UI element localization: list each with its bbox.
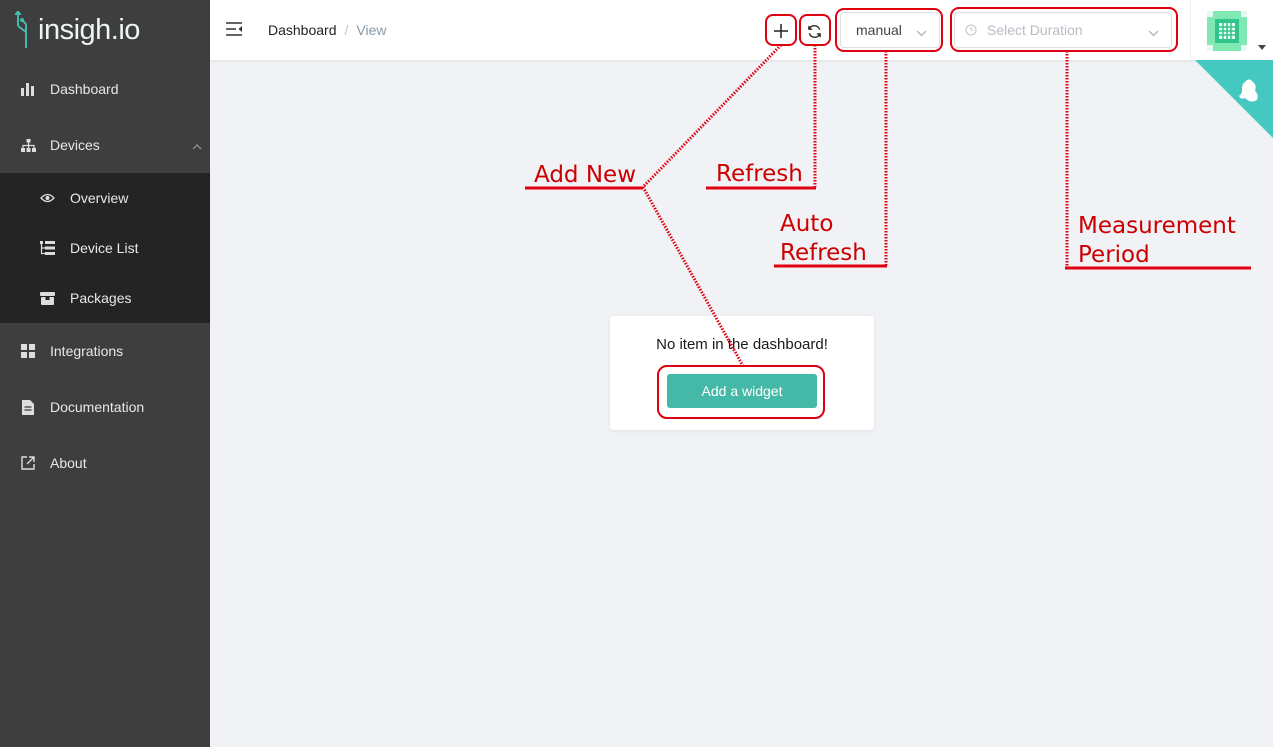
plus-icon <box>774 24 788 38</box>
sidebar-item-label: Integrations <box>50 343 124 359</box>
sidebar-item-label: About <box>50 455 87 471</box>
refresh-icon <box>807 24 821 38</box>
chevron-down-icon <box>1148 24 1159 40</box>
sidebar-item-label: Devices <box>50 137 100 153</box>
sidebar-item-packages[interactable]: Packages <box>0 273 210 323</box>
refresh-button[interactable] <box>802 19 826 43</box>
sidebar-item-overview[interactable]: Overview <box>0 173 210 223</box>
sidebar-item-label: Device List <box>70 240 139 256</box>
list-icon <box>39 240 55 256</box>
empty-dashboard-card: No item in the dashboard! Add a widget <box>610 316 874 430</box>
sidebar-item-label: Packages <box>70 290 132 306</box>
add-widget-button[interactable]: Add a widget <box>667 374 817 408</box>
grid-icon <box>20 343 36 359</box>
external-link-icon <box>20 455 36 471</box>
menu-fold-icon[interactable] <box>226 21 244 39</box>
bar-chart-icon <box>20 81 36 97</box>
sidebar-item-devices[interactable]: Devices <box>0 117 210 173</box>
duration-select[interactable]: Select Duration <box>954 12 1172 48</box>
add-button[interactable] <box>769 19 793 43</box>
annotation-measurement-line1: Measurement <box>1078 213 1236 239</box>
sidebar-item-label: Documentation <box>50 399 145 415</box>
annotation-refresh: Refresh <box>716 161 803 187</box>
user-menu[interactable] <box>1190 0 1273 60</box>
avatar[interactable] <box>1207 11 1247 51</box>
sidebar-item-integrations[interactable]: Integrations <box>0 323 210 379</box>
sitemap-icon <box>20 137 36 153</box>
annotation-add-new: Add New <box>534 162 637 188</box>
breadcrumb: Dashboard / View <box>268 22 386 38</box>
circuit-logo-icon <box>15 11 27 48</box>
empty-message: No item in the dashboard! <box>656 336 828 353</box>
breadcrumb-dashboard[interactable]: Dashboard <box>268 22 337 38</box>
document-icon <box>20 399 36 415</box>
auto-refresh-select[interactable]: manual <box>840 12 940 48</box>
sidebar-item-about[interactable]: About <box>0 435 210 491</box>
duration-placeholder: Select Duration <box>987 22 1083 38</box>
annotation-measurement-line2: Period <box>1078 242 1150 268</box>
sidebar: insigh.io Dashboard Devices Overview Dev… <box>0 0 210 747</box>
sidebar-item-documentation[interactable]: Documentation <box>0 379 210 435</box>
breadcrumb-separator: / <box>344 22 349 38</box>
auto-refresh-value: manual <box>856 22 902 38</box>
sidebar-item-label: Overview <box>70 190 129 206</box>
logo[interactable]: insigh.io <box>0 0 210 60</box>
sidebar-item-label: Dashboard <box>50 81 119 97</box>
package-icon <box>39 290 55 306</box>
eye-icon <box>39 190 55 206</box>
annotation-auto-refresh-line1: Auto <box>780 211 834 237</box>
brand-name: insigh.io <box>38 13 140 46</box>
chevron-up-icon <box>192 137 202 153</box>
top-header: Dashboard / View manual Select Duration <box>210 0 1273 60</box>
annotation-auto-refresh-line2: Refresh <box>780 240 867 266</box>
sidebar-item-dashboard[interactable]: Dashboard <box>0 61 210 117</box>
chevron-down-icon <box>916 24 927 40</box>
github-corner[interactable] <box>1195 60 1273 138</box>
caret-down-icon <box>1258 37 1266 55</box>
clock-icon <box>965 24 977 36</box>
sidebar-item-device-list[interactable]: Device List <box>0 223 210 273</box>
devices-submenu: Overview Device List Packages <box>0 173 210 323</box>
breadcrumb-view: View <box>356 22 387 38</box>
